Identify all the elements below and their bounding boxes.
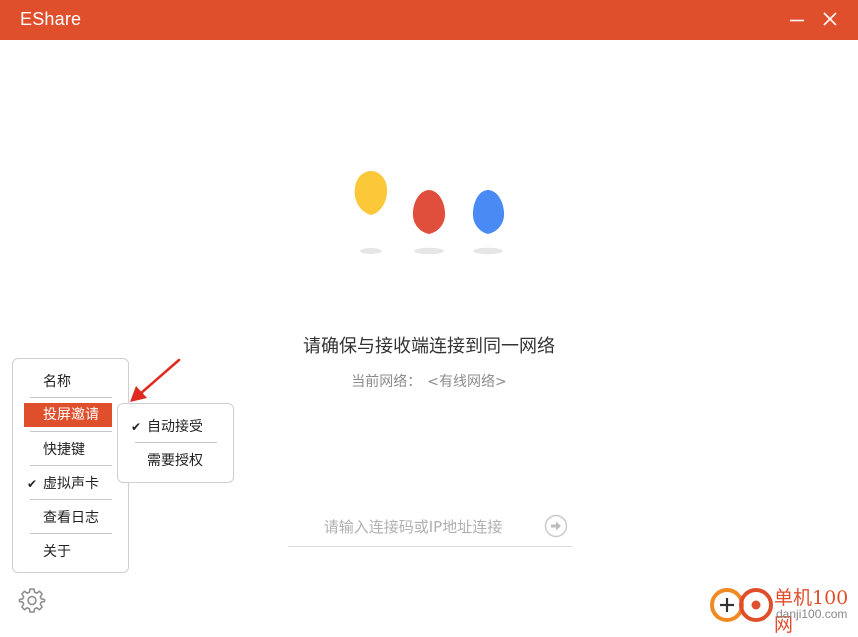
minimize-button[interactable] <box>785 8 809 32</box>
connect-go-button[interactable] <box>544 514 568 538</box>
annotation-arrow-icon <box>130 358 181 402</box>
submenu-item-auto-accept[interactable]: ✔ 自动接受 <box>128 415 224 439</box>
menu-item-label: 虚拟声卡 <box>43 476 99 492</box>
connect-box <box>288 512 572 547</box>
red-drop-icon <box>412 190 446 255</box>
watermark-url: danji100.com <box>776 607 848 621</box>
blue-drop-icon <box>472 190 505 255</box>
menu-item-name[interactable]: 名称 <box>24 370 112 394</box>
menu-divider <box>30 397 112 398</box>
menu-divider <box>30 533 112 534</box>
cast-invite-submenu: ✔ 自动接受 需要授权 <box>117 403 234 483</box>
watermark-logo-icon <box>710 588 773 622</box>
settings-button[interactable] <box>18 586 46 614</box>
settings-menu: 名称 投屏邀请 快捷键 ✔ 虚拟声卡 查看日志 关于 <box>12 358 129 573</box>
close-button[interactable] <box>818 8 842 32</box>
menu-item-label: 自动接受 <box>147 419 203 435</box>
yellow-drop-icon <box>354 171 388 254</box>
menu-item-virtual-sound-card[interactable]: ✔ 虚拟声卡 <box>24 472 112 496</box>
connect-code-input[interactable] <box>288 512 538 542</box>
arrow-right-circle-icon <box>544 514 568 538</box>
check-icon: ✔ <box>27 477 38 491</box>
menu-divider <box>135 442 217 443</box>
network-value: <有线网络> <box>427 374 507 390</box>
menu-item-label: 名称 <box>43 374 71 390</box>
menu-item-label: 关于 <box>43 544 71 560</box>
gear-icon <box>18 588 46 613</box>
menu-item-label: 查看日志 <box>43 510 99 526</box>
menu-item-label: 需要授权 <box>147 453 203 469</box>
network-label: 当前网络： <box>351 374 422 390</box>
menu-item-about[interactable]: 关于 <box>24 540 112 564</box>
watermark: 单机100网 danji100.com <box>710 582 858 636</box>
minimize-icon <box>790 19 804 22</box>
network-illustration <box>354 171 505 255</box>
menu-divider <box>30 431 112 432</box>
check-icon: ✔ <box>131 420 142 434</box>
menu-divider <box>30 465 112 466</box>
menu-item-cast-invite[interactable]: 投屏邀请 <box>24 403 118 427</box>
app-title: EShare <box>20 9 82 29</box>
close-icon <box>823 12 837 26</box>
menu-item-view-log[interactable]: 查看日志 <box>24 506 112 530</box>
menu-divider <box>30 499 112 500</box>
menu-item-label: 快捷键 <box>43 442 85 458</box>
menu-item-shortcuts[interactable]: 快捷键 <box>24 438 112 462</box>
menu-item-label: 投屏邀请 <box>43 407 99 423</box>
connection-hint: 请确保与接收端连接到同一网络 <box>303 336 555 357</box>
submenu-item-require-auth[interactable]: 需要授权 <box>128 449 224 473</box>
title-bar: EShare <box>0 0 858 40</box>
